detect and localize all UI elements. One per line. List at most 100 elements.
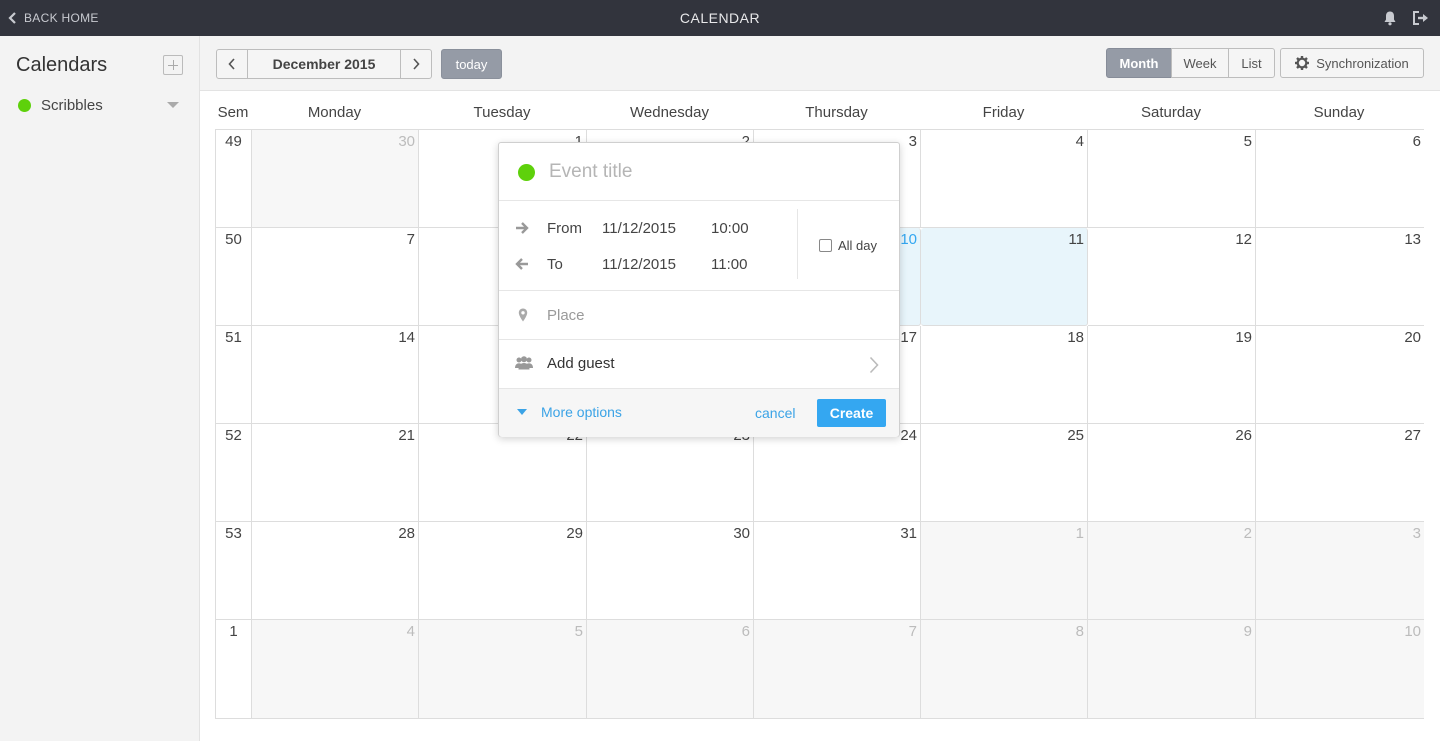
cancel-button[interactable]: cancel <box>755 405 795 421</box>
from-time-field[interactable]: 10:00 <box>711 220 771 237</box>
week-number: 53 <box>225 525 242 542</box>
calendar-color-dot <box>18 98 31 112</box>
calendar-item-scribbles[interactable]: Scribbles <box>18 96 183 114</box>
day-cell[interactable]: 26 <box>1088 424 1256 522</box>
to-time-field[interactable]: 11:00 <box>711 256 771 273</box>
all-day-toggle[interactable]: All day <box>819 238 877 253</box>
day-cell[interactable]: 11 <box>921 228 1088 326</box>
synchronization-label: Synchronization <box>1316 55 1409 71</box>
weekday-tuesday: Tuesday <box>473 104 531 121</box>
day-number: 10 <box>900 231 917 248</box>
day-cell[interactable]: 28 <box>252 522 419 620</box>
day-cell[interactable]: 30 <box>587 522 754 620</box>
week-number: 50 <box>225 231 242 248</box>
day-cell[interactable]: 7 <box>754 620 921 718</box>
day-cell[interactable]: 5 <box>1088 130 1256 228</box>
day-cell[interactable]: 18 <box>921 326 1088 424</box>
day-cell[interactable]: 8 <box>921 620 1088 718</box>
day-cell[interactable]: 25 <box>921 424 1088 522</box>
day-number: 4 <box>406 623 415 640</box>
day-cell[interactable]: 6 <box>1256 130 1424 228</box>
week-number: 51 <box>225 329 242 346</box>
day-cell[interactable]: 4 <box>921 130 1088 228</box>
current-month-label[interactable]: December 2015 <box>247 49 401 79</box>
gear-icon <box>1295 56 1310 70</box>
view-month-button[interactable]: Month <box>1106 48 1172 78</box>
sidebar: Calendars Scribbles <box>0 36 200 741</box>
top-bar: BACK HOME CALENDAR <box>0 0 1440 36</box>
all-day-checkbox[interactable] <box>819 239 832 252</box>
day-number: 11 <box>1068 231 1084 248</box>
day-number: 10 <box>1404 623 1421 640</box>
day-number: 18 <box>1067 329 1084 346</box>
day-cell[interactable]: 14 <box>252 326 419 424</box>
day-cell[interactable]: 29 <box>419 522 587 620</box>
day-cell[interactable]: 5 <box>419 620 587 718</box>
day-cell[interactable]: 19 <box>1088 326 1256 424</box>
view-list-button[interactable]: List <box>1228 48 1275 78</box>
create-button[interactable]: Create <box>817 399 886 427</box>
day-cell[interactable]: 6 <box>587 620 754 718</box>
previous-month-button[interactable] <box>216 49 248 79</box>
day-cell[interactable]: 30 <box>252 130 419 228</box>
day-cell[interactable]: 1 <box>921 522 1088 620</box>
to-date-field[interactable]: 11/12/2015 <box>602 256 702 273</box>
add-calendar-button[interactable] <box>163 55 183 75</box>
map-pin-icon <box>518 308 528 322</box>
day-cell[interactable]: 20 <box>1256 326 1424 424</box>
week-number-cell: 52 <box>216 424 252 522</box>
day-cell[interactable]: 23 <box>587 424 754 522</box>
synchronization-button[interactable]: Synchronization <box>1280 48 1424 78</box>
view-week-button[interactable]: Week <box>1171 48 1229 78</box>
day-cell[interactable]: 13 <box>1256 228 1424 326</box>
day-cell[interactable]: 3 <box>1256 522 1424 620</box>
place-input[interactable] <box>547 303 867 327</box>
day-number: 6 <box>741 623 750 640</box>
next-month-button[interactable] <box>400 49 432 79</box>
day-cell[interactable]: 7 <box>252 228 419 326</box>
day-number: 8 <box>1075 623 1084 640</box>
calendar-name: Scribbles <box>41 96 103 114</box>
day-cell[interactable]: 12 <box>1088 228 1256 326</box>
today-button[interactable]: today <box>441 49 502 79</box>
day-cell[interactable]: 31 <box>754 522 921 620</box>
week-number: 52 <box>225 427 242 444</box>
weekday-monday: Monday <box>307 104 362 121</box>
day-number: 13 <box>1404 231 1421 248</box>
logout-icon[interactable] <box>1412 10 1430 26</box>
event-dates-section: From 11/12/2015 10:00 To 11/12/2015 11:0… <box>499 201 899 291</box>
day-cell[interactable]: 9 <box>1088 620 1256 718</box>
weekday-saturday: Saturday <box>1140 104 1202 121</box>
all-day-label: All day <box>838 238 878 253</box>
week-number-cell: 1 <box>216 620 252 718</box>
day-number: 27 <box>1404 427 1421 444</box>
more-options-label: More options <box>541 404 622 420</box>
day-number: 31 <box>900 525 917 542</box>
app-title: CALENDAR <box>679 10 761 26</box>
day-cell[interactable]: 21 <box>252 424 419 522</box>
event-title-input[interactable] <box>549 157 879 187</box>
caret-down-icon[interactable] <box>167 102 179 108</box>
day-cell[interactable]: 10 <box>1256 620 1424 718</box>
divider <box>797 209 798 279</box>
weekday-wednesday: Wednesday <box>630 104 709 121</box>
day-number: 6 <box>1412 133 1421 150</box>
from-date-field[interactable]: 11/12/2015 <box>602 220 702 237</box>
caret-down-icon <box>517 409 527 415</box>
day-number: 29 <box>566 525 583 542</box>
more-options-link[interactable]: More options <box>517 404 622 420</box>
event-color-dot[interactable] <box>518 164 535 181</box>
add-guest-row[interactable]: Add guest <box>499 340 899 389</box>
back-home-link[interactable]: BACK HOME <box>8 0 99 36</box>
day-cell[interactable]: 4 <box>252 620 419 718</box>
day-cell[interactable]: 27 <box>1256 424 1424 522</box>
day-cell[interactable]: 22 <box>419 424 587 522</box>
day-number: 9 <box>1243 623 1252 640</box>
day-cell[interactable]: 24 <box>754 424 921 522</box>
add-guest-label: Add guest <box>547 355 615 372</box>
day-number: 1 <box>1075 525 1084 542</box>
bell-icon[interactable] <box>1382 10 1398 26</box>
back-home-label: BACK HOME <box>24 11 99 25</box>
popover-footer: More options cancel Create <box>499 389 899 437</box>
day-cell[interactable]: 2 <box>1088 522 1256 620</box>
